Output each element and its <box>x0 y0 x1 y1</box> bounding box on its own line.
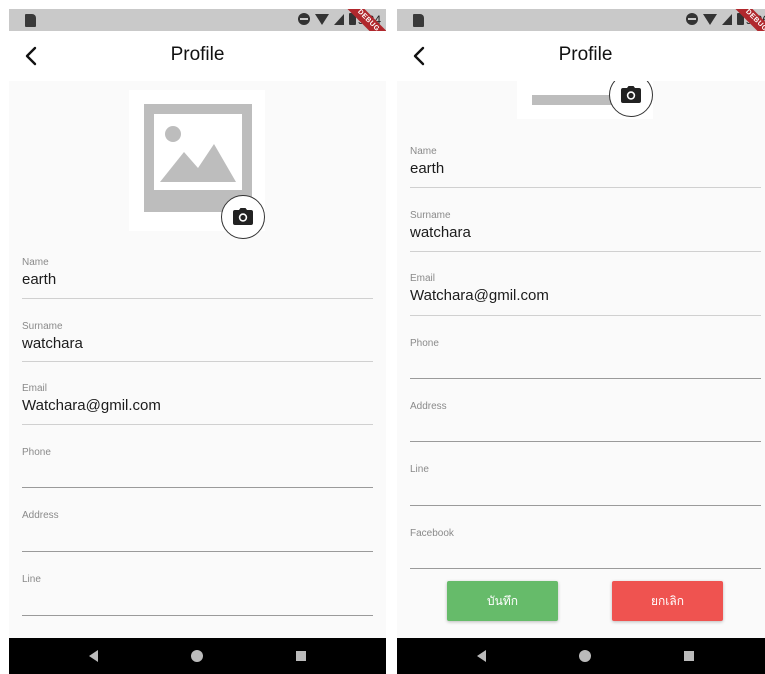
field-underline <box>410 568 761 569</box>
field-underline <box>22 298 373 299</box>
profile-form: Name earth Surname watchara Email Watcha… <box>9 81 386 638</box>
profile-image[interactable] <box>129 90 265 239</box>
phone-field[interactable]: Phone <box>22 447 373 489</box>
change-photo-button[interactable] <box>609 81 653 117</box>
field-underline <box>22 487 373 488</box>
wifi-icon <box>703 13 717 25</box>
email-value: Watchara@gmil.com <box>22 397 161 414</box>
change-photo-button[interactable] <box>221 195 265 239</box>
sd-card-icon <box>413 14 424 27</box>
status-bar: 9:24 DEBUG <box>9 9 386 48</box>
email-field[interactable]: Email Watchara@gmil.com <box>410 273 761 316</box>
status-bar: 9:26 DEBUG <box>397 9 765 48</box>
profile-form: Name earth Surname watchara Email Watcha… <box>397 81 765 638</box>
app-bar: Profile <box>9 31 386 81</box>
nav-recents-icon[interactable] <box>684 651 694 661</box>
cancel-button[interactable]: ยกเลิก <box>612 581 723 621</box>
wifi-icon <box>315 13 329 25</box>
system-nav-bar <box>9 638 386 674</box>
line-field[interactable]: Line <box>410 464 761 506</box>
line-label: Line <box>22 574 41 585</box>
field-underline <box>22 551 373 552</box>
name-label: Name <box>22 257 49 268</box>
do-not-disturb-icon <box>298 13 310 25</box>
name-field[interactable]: Name earth <box>22 257 373 299</box>
field-underline <box>410 505 761 506</box>
field-underline <box>22 424 373 425</box>
address-label: Address <box>410 401 447 412</box>
surname-label: Surname <box>410 210 451 221</box>
page-title: Profile <box>170 44 225 65</box>
name-field[interactable]: Name earth <box>410 146 761 188</box>
surname-value: watchara <box>22 335 83 352</box>
page-title: Profile <box>558 44 613 65</box>
name-value: earth <box>22 271 57 288</box>
system-nav-bar <box>397 638 765 674</box>
nav-back-icon[interactable] <box>89 650 98 662</box>
sd-card-icon <box>25 14 36 27</box>
signal-icon <box>722 13 732 25</box>
nav-recents-icon[interactable] <box>296 651 306 661</box>
save-button[interactable]: บันทึก <box>447 581 558 621</box>
facebook-field[interactable]: Facebook <box>410 528 761 570</box>
do-not-disturb-icon <box>686 13 698 25</box>
line-field[interactable]: Line <box>22 574 373 616</box>
phone-field[interactable]: Phone <box>410 338 761 380</box>
camera-icon <box>233 208 253 225</box>
signal-icon <box>334 13 344 25</box>
nav-back-icon[interactable] <box>477 650 486 662</box>
phone-label: Phone <box>22 447 51 458</box>
surname-label: Surname <box>22 321 63 332</box>
field-underline <box>410 378 761 379</box>
camera-icon <box>621 86 641 103</box>
surname-field[interactable]: Surname watchara <box>410 210 761 252</box>
name-label: Name <box>410 146 437 157</box>
address-label: Address <box>22 510 59 521</box>
field-underline <box>410 441 761 442</box>
app-bar: Profile <box>397 31 765 81</box>
name-value: earth <box>410 160 445 177</box>
field-underline <box>22 615 373 616</box>
email-value: Watchara@gmil.com <box>410 287 549 304</box>
line-label: Line <box>410 464 429 475</box>
field-underline <box>410 315 761 316</box>
field-underline <box>410 187 761 188</box>
field-underline <box>22 361 373 362</box>
surname-value: watchara <box>410 224 471 241</box>
address-field[interactable]: Address <box>22 510 373 552</box>
surname-field[interactable]: Surname watchara <box>22 321 373 363</box>
email-label: Email <box>22 383 48 394</box>
nav-home-icon[interactable] <box>579 650 591 662</box>
nav-home-icon[interactable] <box>191 650 203 662</box>
field-underline <box>410 251 761 252</box>
email-label: Email <box>410 273 436 284</box>
email-field[interactable]: Email Watchara@gmil.com <box>22 383 373 425</box>
phone-screen-left: 9:24 DEBUG Profile <box>9 9 386 674</box>
phone-screen-right: 9:26 DEBUG Profile Name earth Su <box>397 9 765 674</box>
profile-image[interactable] <box>517 81 653 119</box>
phone-label: Phone <box>410 338 439 349</box>
facebook-label: Facebook <box>410 528 454 539</box>
address-field[interactable]: Address <box>410 401 761 443</box>
